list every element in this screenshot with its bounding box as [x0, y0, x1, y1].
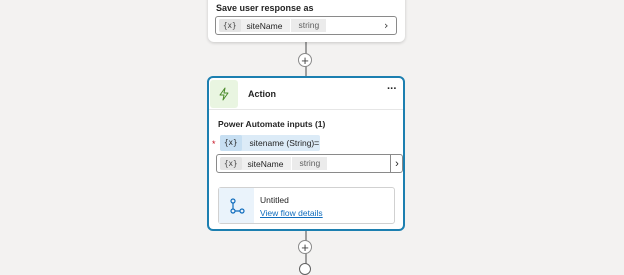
action-node-card[interactable]: Action ··· Power Automate inputs (1) * {…: [207, 76, 405, 231]
variable-chip[interactable]: {x} siteName string: [220, 157, 328, 170]
variable-name: siteName: [247, 158, 284, 169]
variable-icon: {x}: [220, 135, 242, 151]
input-parameter-chip: {x} sitename (String): [220, 135, 321, 151]
save-response-variable-field[interactable]: {x} siteName string ›: [215, 16, 397, 35]
input-parameter-name: sitename (String): [249, 138, 315, 148]
chevron-right-icon[interactable]: ›: [384, 19, 388, 32]
power-automate-inputs-title: Power Automate inputs (1): [218, 119, 326, 129]
variable-type: string: [291, 157, 328, 170]
add-node-button[interactable]: +: [298, 240, 312, 254]
view-flow-details-link[interactable]: View flow details: [260, 208, 323, 218]
variable-type: string: [290, 19, 327, 32]
flow-name: Untitled: [260, 195, 289, 205]
flow-icon: [219, 188, 254, 223]
required-indicator: *: [212, 139, 216, 149]
chevron-right-icon[interactable]: ›: [390, 155, 403, 172]
save-response-label: Save user response as: [216, 3, 314, 13]
power-automate-bolt-icon: [210, 80, 238, 108]
equals-sign: =: [314, 138, 320, 148]
add-node-button[interactable]: +: [298, 53, 312, 67]
variable-chip[interactable]: {x} siteName string: [219, 19, 327, 32]
variable-icon: {x}: [220, 157, 242, 170]
variable-icon: {x}: [219, 19, 241, 32]
variable-name: siteName: [246, 20, 283, 31]
input-value-field[interactable]: {x} siteName string ›: [216, 154, 403, 173]
action-title: Action: [248, 89, 276, 99]
end-node-icon: [299, 263, 311, 275]
question-node-card[interactable]: Save user response as {x} siteName strin…: [208, 0, 405, 42]
flow-reference-card[interactable]: Untitled View flow details: [218, 187, 395, 224]
more-options-icon[interactable]: ···: [387, 83, 397, 95]
action-header: Action ···: [209, 78, 403, 110]
